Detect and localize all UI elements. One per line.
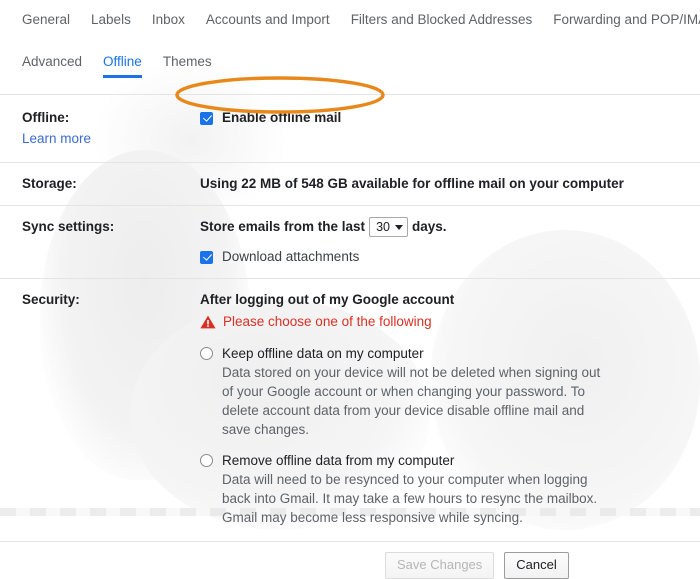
sync-days-select[interactable]: 30 [369,217,408,237]
sync-days-value: 30 [376,217,390,237]
row-storage: Storage: Using 22 MB of 548 GB available… [0,163,700,206]
storage-label: Storage: [0,174,200,194]
security-label: Security: [0,290,200,527]
offline-label: Offline: [22,110,69,125]
remove-offline-data-desc: Data will need to be resynced to your co… [222,470,614,527]
keep-offline-data-text: Keep offline data on my computer Data st… [222,344,684,439]
cancel-button[interactable]: Cancel [504,552,568,579]
tab-themes[interactable]: Themes [163,52,212,71]
row-sync-body: Store emails from the last 30 days. Down… [200,217,700,267]
security-heading: After logging out of my Google account [200,290,684,310]
row-offline-body: Enable offline mail [200,108,700,149]
row-security-body: After logging out of my Google account P… [200,290,700,527]
enable-offline-mail-row[interactable]: Enable offline mail [200,108,684,128]
enable-offline-mail-checkbox[interactable] [200,112,213,125]
tab-accounts-and-import[interactable]: Accounts and Import [206,10,330,29]
tab-offline[interactable]: Offline [103,52,142,78]
tab-filters-and-blocked-addresses[interactable]: Filters and Blocked Addresses [351,10,533,29]
store-emails-suffix: days. [412,217,447,237]
row-offline-label-cell: Offline: Learn more [0,108,200,149]
download-attachments-checkbox[interactable] [200,251,213,264]
download-attachments-label: Download attachments [222,247,359,267]
keep-offline-data-desc: Data stored on your device will not be d… [222,363,614,439]
tab-inbox[interactable]: Inbox [152,10,185,29]
gmail-settings-offline-page: General Labels Inbox Accounts and Import… [0,0,700,516]
sync-settings-label: Sync settings: [0,217,200,267]
tab-labels[interactable]: Labels [91,10,131,29]
tab-advanced[interactable]: Advanced [22,52,82,71]
security-warning: Please choose one of the following [200,312,684,332]
store-emails-prefix: Store emails from the last [200,217,365,237]
learn-more-link[interactable]: Learn more [22,129,200,149]
enable-offline-mail-label: Enable offline mail [222,108,341,128]
offline-settings-table: Offline: Learn more Enable offline mail … [0,94,700,579]
save-changes-button[interactable]: Save Changes [385,552,494,579]
store-emails-line: Store emails from the last 30 days. [200,217,684,237]
keep-offline-data-title: Keep offline data on my computer [222,344,684,363]
row-sync-settings: Sync settings: Store emails from the las… [0,206,700,279]
storage-usage-text: Using 22 MB of 548 GB available for offl… [200,174,700,194]
remove-offline-data-radio[interactable] [200,454,213,467]
settings-tabs-secondary: Advanced Offline Themes [0,44,700,86]
security-option-keep[interactable]: Keep offline data on my computer Data st… [200,344,684,439]
download-attachments-row[interactable]: Download attachments [200,247,684,267]
form-actions: Save Changes Cancel [0,542,700,579]
tab-general[interactable]: General [22,10,70,29]
chevron-down-icon [395,225,403,230]
keep-offline-data-radio[interactable] [200,347,213,360]
row-security: Security: After logging out of my Google… [0,279,700,542]
remove-offline-data-title: Remove offline data from my computer [222,451,684,470]
settings-tabs-primary: General Labels Inbox Accounts and Import… [0,0,700,44]
row-offline: Offline: Learn more Enable offline mail [0,95,700,163]
tab-forwarding-and-pop-imap[interactable]: Forwarding and POP/IMAP [553,10,700,29]
security-warning-text: Please choose one of the following [223,312,432,332]
warning-triangle-icon [200,315,216,329]
